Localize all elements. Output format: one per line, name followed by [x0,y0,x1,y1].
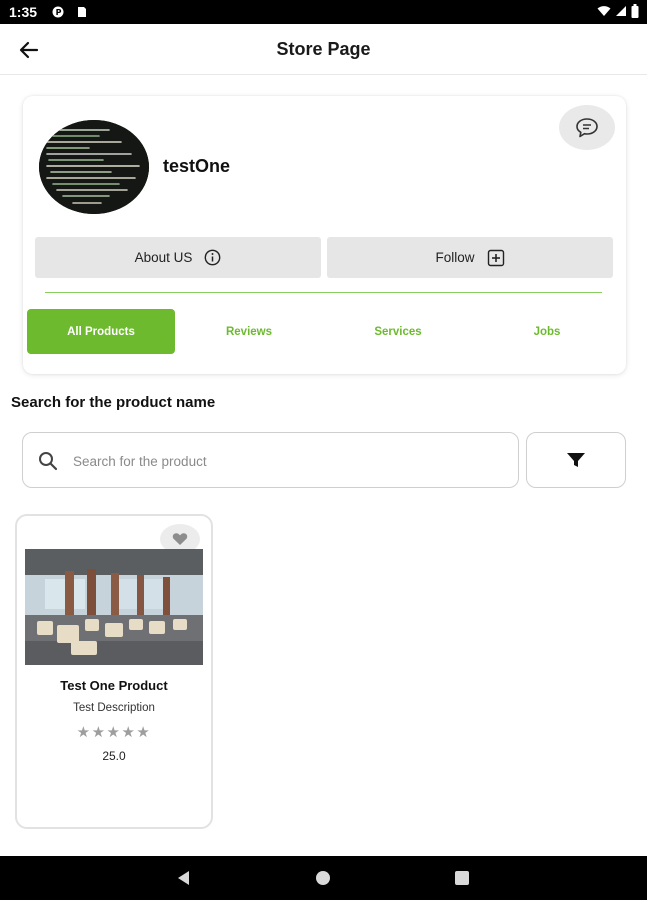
plus-box-icon [487,249,504,266]
chat-button[interactable] [559,105,615,150]
restaurant-interior-photo [25,549,203,665]
star-icon: ★ [136,724,152,741]
system-nav-bar [0,856,647,900]
heart-icon [172,533,188,545]
notification-p-icon: P [52,6,64,18]
star-icon: ★ [106,724,122,741]
star-icon: ★ [91,724,107,741]
product-rating-stars: ★★★★★ [17,723,211,741]
product-description: Test Description [73,702,155,714]
tab-jobs[interactable]: Jobs [473,309,621,354]
page-title: Store Page [276,39,371,59]
about-us-label: About US [134,250,193,265]
star-icon: ★ [76,724,92,741]
app-bar: Store Page [0,24,647,75]
green-divider [45,292,602,293]
info-icon [204,249,221,266]
search-input[interactable] [73,447,503,475]
nav-home-circle-icon[interactable] [316,871,330,885]
chat-bubble-icon [576,117,598,137]
store-name: testOne [163,156,231,176]
star-icon: ★ [121,724,137,741]
code-screen-avatar [39,120,149,214]
svg-text:P: P [56,8,62,17]
tab-all-products[interactable]: All Products [27,309,175,354]
product-name: Test One Product [60,678,168,693]
search-heading: Search for the product name [11,394,216,411]
filter-button[interactable] [526,432,626,488]
status-icons [597,4,639,18]
about-us-button[interactable]: About US [35,237,321,278]
status-bar: 1:35 P [0,0,647,24]
product-price: 25.0 [102,749,126,763]
battery-icon [631,4,639,18]
tab-services[interactable]: Services [324,309,472,354]
nav-recents-square-icon[interactable] [455,871,469,885]
tab-reviews[interactable]: Reviews [175,309,323,354]
nav-back-triangle-icon[interactable] [176,870,190,886]
status-time: 1:35 [9,4,38,20]
store-avatar [39,120,149,214]
search-icon [39,452,58,471]
search-box [22,432,519,488]
product-image [25,549,203,665]
filter-funnel-icon [567,453,585,467]
wifi-icon [597,6,611,16]
follow-button[interactable]: Follow [327,237,613,278]
store-tabs: All Products Reviews Services Jobs [27,309,623,354]
product-card[interactable]: Test One Product Test Description ★★★★★ … [15,514,213,829]
cellular-icon [616,6,626,16]
sim-card-icon [78,7,86,17]
follow-label: Follow [435,250,475,265]
store-card: testOne About US Follow All Products Rev… [23,96,626,374]
